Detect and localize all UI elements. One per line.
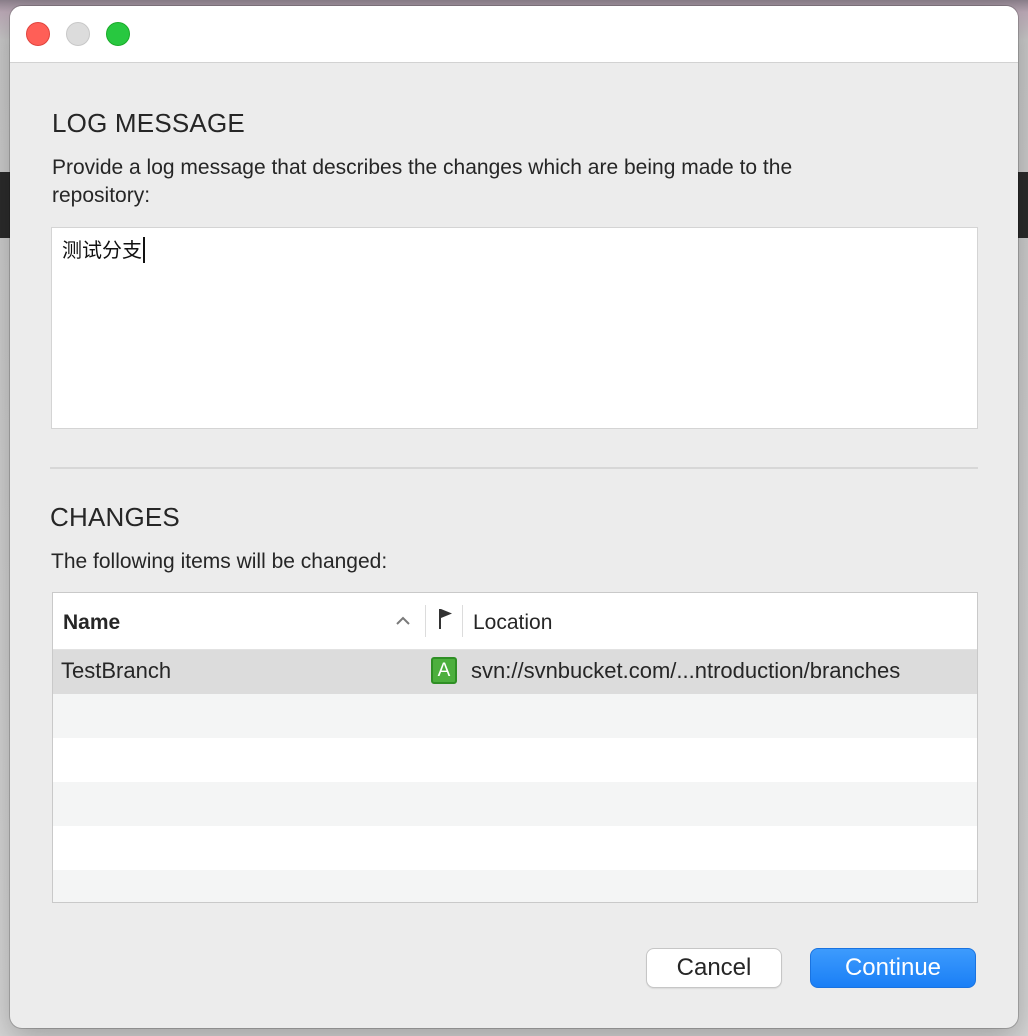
log-message-description-line: Provide a log message that describes the…	[52, 156, 793, 179]
empty-table-row	[53, 782, 977, 826]
continue-button[interactable]: Continue	[810, 948, 976, 988]
column-separator[interactable]	[425, 605, 426, 637]
changes-table: Name Location TestBranch A svn://svnbuck…	[52, 592, 978, 903]
column-header-name[interactable]: Name	[63, 611, 120, 635]
minimize-window-button[interactable]	[66, 22, 90, 46]
sort-ascending-icon[interactable]	[393, 611, 413, 631]
empty-table-row	[53, 694, 977, 738]
changes-heading: CHANGES	[50, 502, 180, 532]
empty-table-row	[53, 870, 977, 902]
log-message-description: Provide a log message that describes the…	[52, 154, 792, 210]
empty-table-row	[53, 826, 977, 870]
section-divider	[50, 467, 978, 469]
cancel-button[interactable]: Cancel	[646, 948, 782, 988]
log-message-text: 测试分支	[62, 234, 145, 263]
column-header-location[interactable]: Location	[473, 611, 552, 635]
column-separator[interactable]	[462, 605, 463, 637]
maximize-window-button[interactable]	[106, 22, 130, 46]
log-message-heading: LOG MESSAGE	[52, 108, 245, 138]
log-message-textarea[interactable]: 测试分支	[51, 227, 978, 429]
empty-table-row	[53, 738, 977, 782]
title-bar	[10, 6, 1018, 63]
commit-dialog: LOG MESSAGE Provide a log message that d…	[10, 6, 1018, 1028]
text-caret	[143, 237, 145, 263]
table-row[interactable]: TestBranch A svn://svnbucket.com/...ntro…	[53, 650, 977, 694]
table-header: Name Location	[53, 593, 977, 650]
changes-description: The following items will be changed:	[51, 550, 388, 573]
close-window-button[interactable]	[26, 22, 50, 46]
log-message-description-line: repository:	[52, 184, 151, 207]
flag-icon[interactable]	[437, 607, 455, 631]
log-message-value: 测试分支	[62, 238, 142, 262]
row-location: svn://svnbucket.com/...ntroduction/branc…	[471, 658, 901, 683]
row-name: TestBranch	[61, 658, 172, 683]
added-status-badge: A	[431, 657, 457, 684]
background-window-strip	[1018, 172, 1028, 238]
